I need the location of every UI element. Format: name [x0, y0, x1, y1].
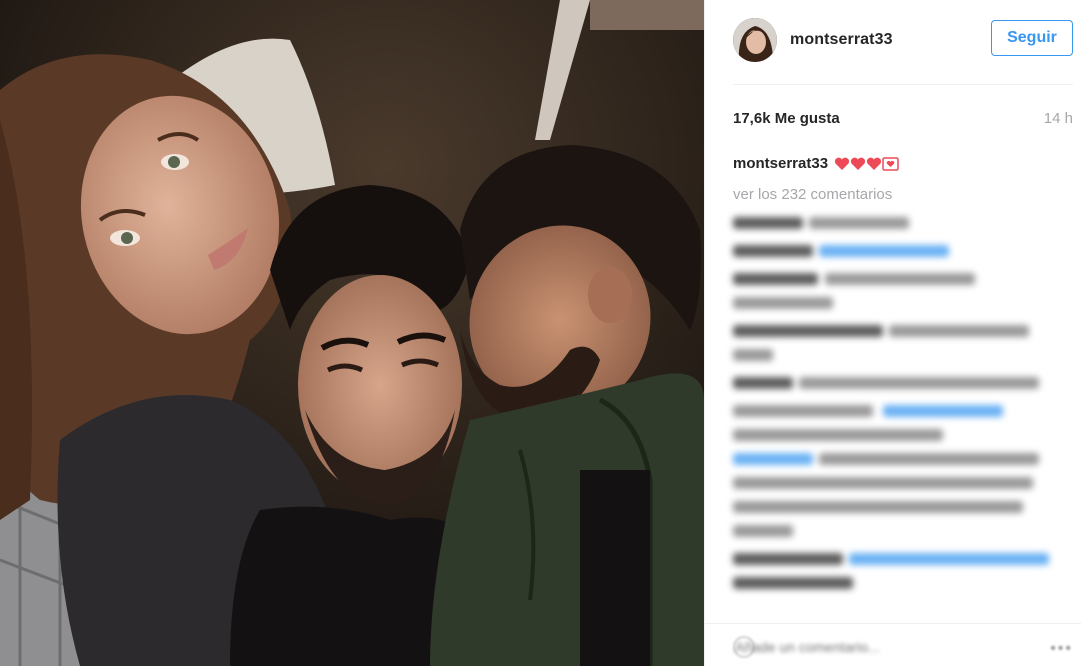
post-photo[interactable] — [0, 0, 704, 666]
caption-username[interactable]: montserrat33 — [733, 155, 828, 172]
comment-input[interactable] — [733, 638, 1037, 656]
header-divider — [733, 84, 1073, 85]
comment-bar: ••• — [705, 623, 1081, 666]
caption-emoji — [834, 156, 899, 171]
love-letter-icon — [882, 156, 899, 171]
photo-illustration — [0, 0, 704, 666]
follow-button[interactable]: Seguir — [991, 20, 1073, 56]
header-username[interactable]: montserrat33 — [790, 31, 893, 49]
likes-row: 17,6k Me gusta 14 h — [733, 110, 1073, 127]
post-header: montserrat33 Seguir — [733, 17, 1073, 63]
blurred-comments — [733, 217, 1049, 589]
heart-icon — [834, 157, 850, 170]
comments-list — [733, 213, 1071, 621]
heart-icon — [850, 157, 866, 170]
post-timestamp[interactable]: 14 h — [1044, 110, 1073, 127]
instagram-post: montserrat33 Seguir 17,6k Me gusta 14 h … — [0, 0, 1081, 666]
view-all-comments-link[interactable]: ver los 232 comentarios — [733, 186, 892, 203]
avatar[interactable] — [733, 18, 777, 62]
post-sidebar: montserrat33 Seguir 17,6k Me gusta 14 h … — [704, 0, 1081, 666]
heart-icon — [866, 157, 882, 170]
caption: montserrat33 — [733, 155, 899, 172]
avatar-image — [733, 18, 777, 62]
more-options-icon[interactable]: ••• — [1050, 640, 1073, 658]
likes-count[interactable]: 17,6k Me gusta — [733, 110, 840, 127]
